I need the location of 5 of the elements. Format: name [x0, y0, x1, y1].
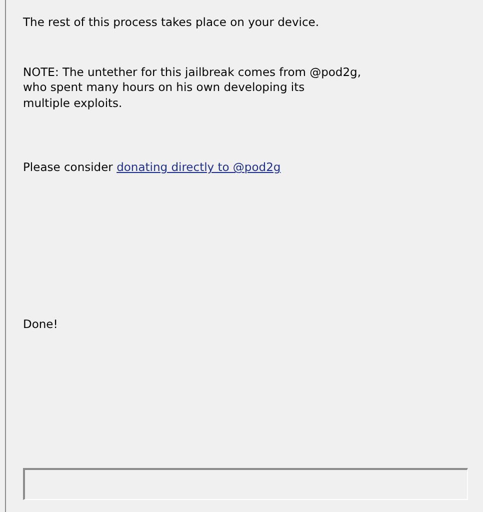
message-text: NOTE: The untether for this jailbreak comes from @pod2g, who spent many hours on his own developing its multiple exploits. [23, 64, 362, 111]
message-text: The rest of this process takes place on your device. [23, 15, 320, 30]
donate-link[interactable]: donating directly to @pod2g [116, 160, 281, 174]
status-text: Done! [23, 316, 59, 332]
donate-text: Please consider donating directly to @pod2g [23, 160, 282, 176]
